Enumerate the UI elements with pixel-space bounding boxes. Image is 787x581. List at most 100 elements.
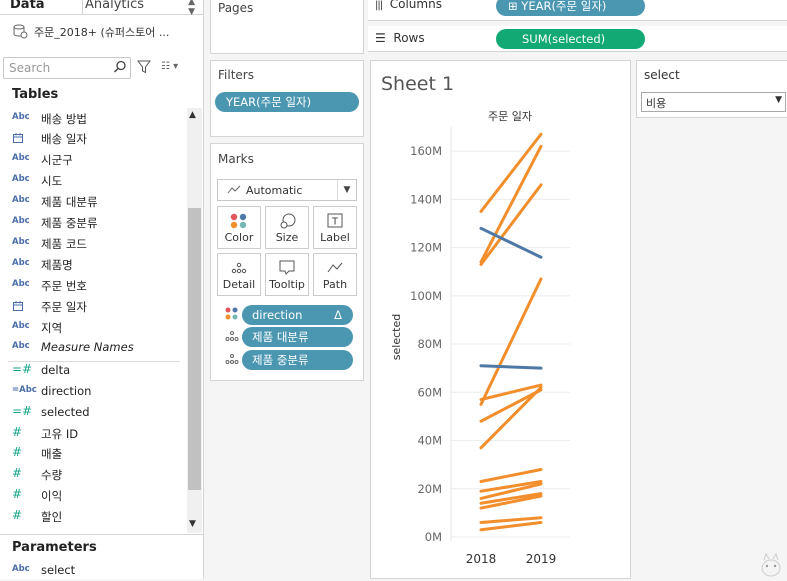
field-item[interactable]: 주문 일자 xyxy=(12,297,182,317)
tab-data[interactable]: Data xyxy=(10,0,45,12)
field-item[interactable]: =Abc direction xyxy=(12,382,182,402)
field-item[interactable]: Abc 제품 코드 xyxy=(12,234,182,254)
string-type-icon: Abc xyxy=(12,195,30,206)
parameter-item-select[interactable]: Abc select xyxy=(12,561,182,581)
calendar-icon xyxy=(12,132,38,147)
pages-card[interactable]: Pages xyxy=(210,0,364,54)
field-name: Measure Names xyxy=(41,340,134,355)
field-item[interactable]: Abc 제품명 xyxy=(12,255,182,275)
parameter-title: select xyxy=(644,68,680,82)
scrollbar-thumb[interactable] xyxy=(188,208,201,490)
field-name: 주문 일자 xyxy=(41,299,87,314)
field-name: 고유 ID xyxy=(41,426,79,441)
y-tick-label: 100M xyxy=(410,289,442,303)
parameter-name: select xyxy=(41,563,76,577)
rows-shelf[interactable]: ☰ Rows SUM(selected) xyxy=(368,26,787,52)
data-pane: Data Analytics ▲ ▼ 주문_2018+ (슈퍼스토어 ... Se… xyxy=(0,0,204,579)
detail-icon xyxy=(231,262,247,274)
field-name: 시도 xyxy=(41,174,63,189)
field-name: 지역 xyxy=(41,320,63,335)
marks-pill-label: 제품 중분류 xyxy=(252,353,309,367)
series-line-up[interactable] xyxy=(479,277,543,406)
series-line-up[interactable] xyxy=(479,467,543,484)
chart-title: 주문 일자 xyxy=(488,109,532,123)
tables-header: Tables xyxy=(12,87,59,102)
string-type-icon: Abc xyxy=(12,278,30,289)
line-mark-icon xyxy=(227,185,241,194)
tooltip-label: Tooltip xyxy=(269,278,305,291)
y-tick-label: 40M xyxy=(417,434,442,448)
chevron-down-icon: ▼ xyxy=(337,180,356,200)
marks-pill-subcategory[interactable]: 제품 중분류 xyxy=(242,350,353,370)
color-button[interactable]: Color xyxy=(217,206,261,249)
detail-button[interactable]: Detail xyxy=(217,253,261,296)
series-line-up[interactable] xyxy=(479,516,543,525)
columns-pill-text: YEAR(주문 일자) xyxy=(521,0,607,13)
field-item[interactable]: # 매출 xyxy=(12,444,182,464)
tab-analytics-label: Analytics xyxy=(85,0,145,12)
color-label: Color xyxy=(224,231,254,244)
scroll-up-icon[interactable]: ▲ xyxy=(189,110,196,120)
sort-arrows-icon[interactable]: ▲ ▼ xyxy=(188,0,195,17)
string-type-icon: Abc xyxy=(12,564,30,574)
columns-shelf[interactable]: ||| Columns ⊞ YEAR(주문 일자) xyxy=(368,0,787,21)
divider xyxy=(8,361,180,362)
string-type-icon: Abc xyxy=(12,320,30,331)
field-item[interactable]: 배송 일자 xyxy=(12,129,182,149)
field-item[interactable]: =# selected xyxy=(12,403,182,423)
size-button[interactable]: Size xyxy=(265,206,309,249)
path-button[interactable]: Path xyxy=(313,253,357,296)
gridlines xyxy=(450,127,570,541)
filter-funnel-icon[interactable] xyxy=(137,60,151,74)
field-item[interactable]: Abc 배송 방법 xyxy=(12,109,182,129)
measure-icon: # xyxy=(12,424,23,439)
field-item[interactable]: Abc 시도 xyxy=(12,171,182,191)
field-item[interactable]: # 이익 xyxy=(12,486,182,506)
expand-plus-icon[interactable]: ⊞ xyxy=(508,0,518,13)
y-tick-label: 0M xyxy=(425,530,442,544)
filter-pill-year[interactable]: YEAR(주문 일자) xyxy=(215,92,359,112)
rows-pill[interactable]: SUM(selected) xyxy=(496,29,645,49)
marks-pill-category[interactable]: 제품 대분류 xyxy=(242,327,353,347)
field-item[interactable]: Abc 지역 xyxy=(12,318,182,338)
search-input[interactable]: Search xyxy=(3,57,131,79)
series-line-up[interactable] xyxy=(479,521,543,532)
scroll-down-icon[interactable]: ▼ xyxy=(189,519,196,529)
field-item[interactable]: Abc Measure Names xyxy=(12,338,182,358)
view-options-icon[interactable]: ☷ ▾ xyxy=(161,61,178,72)
measure-icon: # xyxy=(12,508,23,523)
tab-analytics[interactable]: Analytics ▲ ▼ xyxy=(82,0,195,17)
field-item[interactable]: # 수량 xyxy=(12,465,182,485)
datasource-icon xyxy=(13,24,28,39)
datasource-item[interactable]: 주문_2018+ (슈퍼스토어 ... xyxy=(12,22,197,42)
svg-text:T: T xyxy=(331,217,339,228)
tooltip-icon xyxy=(279,260,295,275)
field-item[interactable]: Abc 시군구 xyxy=(12,150,182,170)
tooltip-button[interactable]: Tooltip xyxy=(265,253,309,296)
calculated-measure-icon: =# xyxy=(12,361,33,376)
series-line-up[interactable] xyxy=(479,144,543,264)
y-tick-label: 120M xyxy=(410,241,442,255)
series-line-down[interactable] xyxy=(479,364,543,370)
columns-pill[interactable]: ⊞ YEAR(주문 일자) xyxy=(496,0,645,16)
field-name: selected xyxy=(41,404,90,419)
field-name: 할인 xyxy=(41,510,63,525)
calculated-measure-icon: =# xyxy=(12,403,33,418)
detail-icon xyxy=(225,354,239,364)
field-item[interactable]: # 할인 xyxy=(12,507,182,527)
field-item[interactable]: Abc 주문 번호 xyxy=(12,276,182,296)
filters-card[interactable]: Filters YEAR(주문 일자) xyxy=(210,60,364,137)
search-icon[interactable] xyxy=(113,60,127,74)
field-item[interactable]: # 고유 ID xyxy=(12,424,182,444)
field-item[interactable]: =# delta xyxy=(12,361,182,381)
field-item[interactable]: Abc 제품 대분류 xyxy=(12,192,182,212)
label-button[interactable]: T Label xyxy=(313,206,357,249)
parameter-dropdown[interactable]: 비용 ▼ xyxy=(641,92,786,112)
line-chart[interactable]: 주문 일자 selected 0M 20M 40M 60M 80M 100M 120M 140… xyxy=(371,61,630,578)
y-axis-label: selected xyxy=(390,314,403,360)
mark-type-dropdown[interactable]: Automatic ▼ xyxy=(217,179,357,201)
field-name: 주문 번호 xyxy=(41,278,87,293)
field-item[interactable]: Abc 제품 중분류 xyxy=(12,213,182,233)
marks-pill-direction[interactable]: direction Δ xyxy=(242,305,353,325)
measure-icon: # xyxy=(12,466,23,481)
